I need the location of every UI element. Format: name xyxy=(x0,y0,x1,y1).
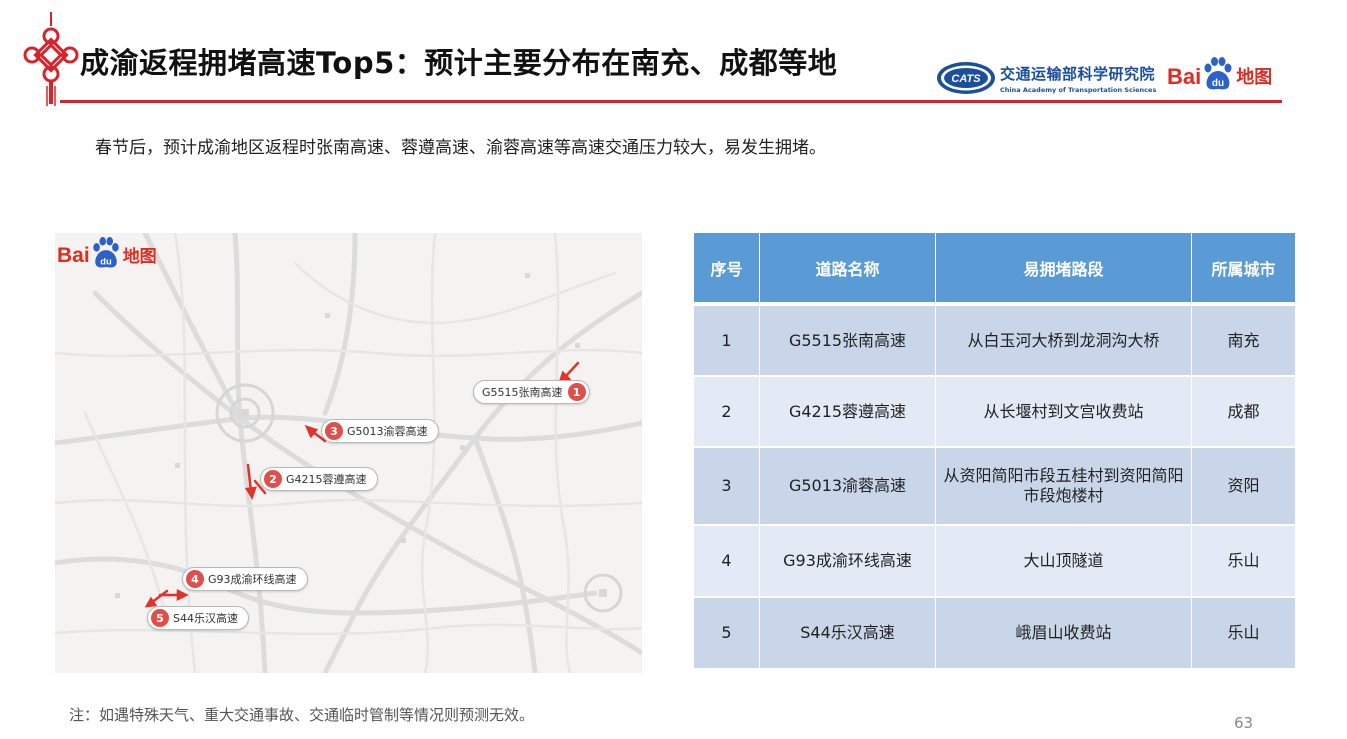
map-baidu-logo-du: du xyxy=(100,255,112,266)
column-header-road: 道路名称 xyxy=(760,233,936,302)
cell-section: 从白玉河大桥到龙洞沟大桥 xyxy=(936,302,1192,375)
map-pin-number: 5 xyxy=(151,609,169,627)
congestion-map: Bai du 地图 G5515张南高速 1 3 G5013渝蓉高速 2 G421… xyxy=(55,233,642,673)
org-name-cn: 交通运输部科学研究院 xyxy=(1000,65,1156,83)
cell-index: 4 xyxy=(694,524,760,596)
cell-road: G93成渝环线高速 xyxy=(760,524,936,596)
table-header-row: 序号 道路名称 易拥堵路段 所属城市 xyxy=(694,233,1295,302)
map-pin-label: G5013渝蓉高速 xyxy=(347,425,428,438)
cell-road: G4215蓉遵高速 xyxy=(760,375,936,446)
map-pin-label: G5515张南高速 xyxy=(482,386,563,399)
map-pin-5[interactable]: 5 S44乐汉高速 xyxy=(147,606,249,630)
org-name-en: China Academy of Transportation Sciences xyxy=(1000,86,1157,94)
map-pin-number: 1 xyxy=(567,383,586,401)
page-title: 成渝返程拥堵高速Top5：预计主要分布在南充、成都等地 xyxy=(80,46,838,80)
cell-section: 从长堰村到文宫收费站 xyxy=(936,375,1192,446)
chinese-knot-icon xyxy=(23,12,79,106)
map-pin-label: S44乐汉高速 xyxy=(173,612,238,625)
map-baidu-logo-ditu: 地图 xyxy=(122,247,157,267)
column-header-index: 序号 xyxy=(694,233,760,302)
map-pin-number: 3 xyxy=(325,422,343,440)
congestion-table: 序号 道路名称 易拥堵路段 所属城市 1 G5515张南高速 从白玉河大桥到龙洞… xyxy=(694,233,1295,668)
org-name: 交通运输部科学研究院 China Academy of Transportati… xyxy=(1000,63,1156,94)
map-baidu-logo: Bai du 地图 xyxy=(57,236,157,270)
cats-logo-text: CATS xyxy=(951,73,981,85)
cell-road: G5515张南高速 xyxy=(760,302,936,375)
column-header-section: 易拥堵路段 xyxy=(936,233,1192,302)
cell-city: 南充 xyxy=(1192,302,1295,375)
cell-index: 5 xyxy=(694,596,760,668)
baidu-logo-ditu: 地图 xyxy=(1236,67,1273,88)
cell-section: 从资阳简阳市段五桂村到资阳简阳市段炮楼村 xyxy=(936,446,1192,524)
cell-section: 大山顶隧道 xyxy=(936,524,1192,596)
map-pin-label: G4215蓉遵高速 xyxy=(286,473,367,486)
cell-city: 资阳 xyxy=(1192,446,1295,524)
cell-section: 峨眉山收费站 xyxy=(936,596,1192,668)
baidu-logo-bai: Bai xyxy=(1167,64,1202,89)
map-paw-icon: du xyxy=(92,237,119,268)
page-number: 63 xyxy=(1234,714,1254,732)
paw-icon: du xyxy=(1204,57,1232,90)
map-pin-number: 2 xyxy=(264,470,282,488)
intro-text: 春节后，预计成渝地区返程时张南高速、蓉遵高速、渝蓉高速等高速交通压力较大，易发生… xyxy=(95,138,826,158)
map-pin-1[interactable]: G5515张南高速 1 xyxy=(473,380,590,404)
table-row: 3 G5013渝蓉高速 从资阳简阳市段五桂村到资阳简阳市段炮楼村 资阳 xyxy=(694,446,1295,524)
cell-city: 乐山 xyxy=(1192,524,1295,596)
cell-index: 3 xyxy=(694,446,760,524)
map-pin-4[interactable]: 4 G93成渝环线高速 xyxy=(182,567,308,591)
baidu-logo-du: du xyxy=(1212,78,1224,89)
map-pin-2[interactable]: 2 G4215蓉遵高速 xyxy=(260,467,378,491)
table-row: 2 G4215蓉遵高速 从长堰村到文宫收费站 成都 xyxy=(694,375,1295,446)
cell-city: 乐山 xyxy=(1192,596,1295,668)
baidu-map-logo: Bai du 地图 xyxy=(1167,56,1272,92)
table-row: 4 G93成渝环线高速 大山顶隧道 乐山 xyxy=(694,524,1295,596)
cell-road: G5013渝蓉高速 xyxy=(760,446,936,524)
table-row: 1 G5515张南高速 从白玉河大桥到龙洞沟大桥 南充 xyxy=(694,302,1295,375)
map-pin-3[interactable]: 3 G5013渝蓉高速 xyxy=(321,419,439,443)
map-pin-number: 4 xyxy=(186,570,204,588)
cell-index: 1 xyxy=(694,302,760,375)
cell-index: 2 xyxy=(694,375,760,446)
map-pin-label: G93成渝环线高速 xyxy=(208,573,297,586)
footnote: 注：如遇特殊天气、重大交通事故、交通临时管制等情况则预测无效。 xyxy=(69,706,535,724)
cell-road: S44乐汉高速 xyxy=(760,596,936,668)
title-divider xyxy=(60,100,1282,103)
cell-city: 成都 xyxy=(1192,375,1295,446)
table-row: 5 S44乐汉高速 峨眉山收费站 乐山 xyxy=(694,596,1295,668)
map-roads xyxy=(55,233,642,673)
column-header-city: 所属城市 xyxy=(1192,233,1295,302)
map-baidu-logo-bai: Bai xyxy=(57,244,90,267)
cats-logo-icon: CATS xyxy=(937,62,995,94)
